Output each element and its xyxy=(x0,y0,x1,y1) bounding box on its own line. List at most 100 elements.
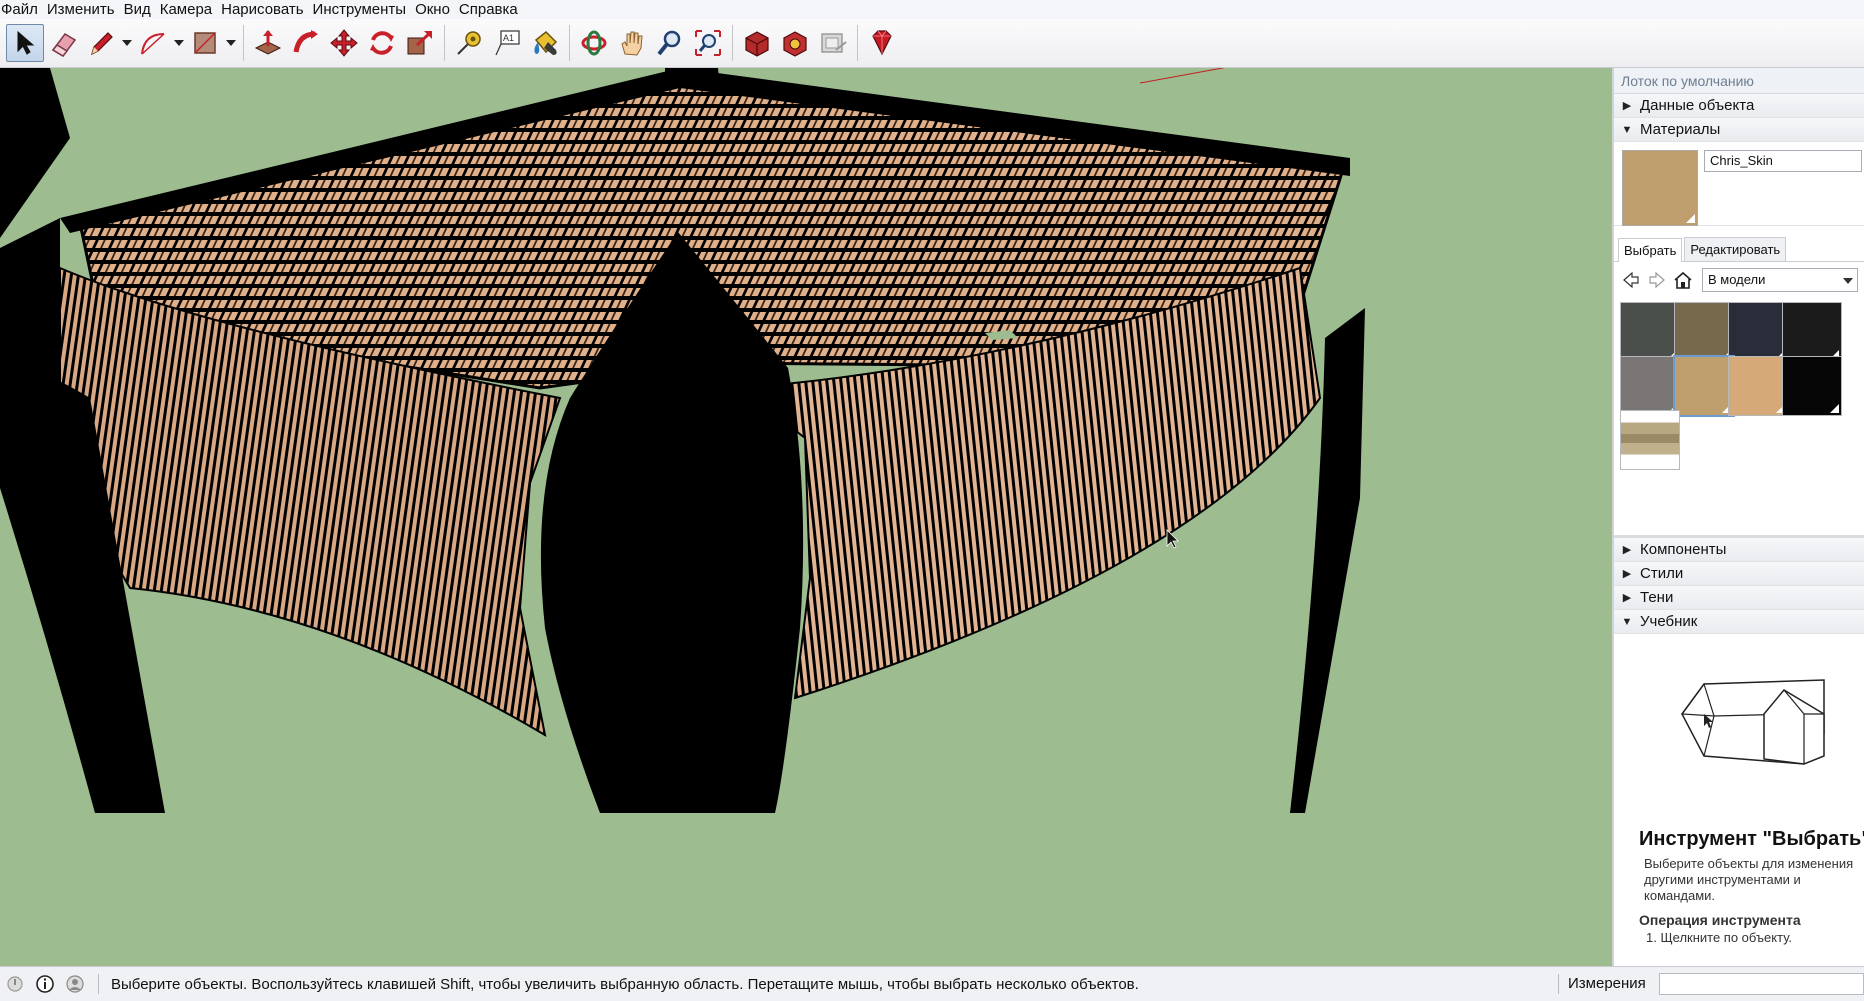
tape-measure-tool-button[interactable] xyxy=(450,24,488,62)
house-illustration xyxy=(1680,679,1825,765)
text-tool-button[interactable]: A1 xyxy=(488,24,526,62)
orbit-tool-button[interactable] xyxy=(575,24,613,62)
warehouse-button[interactable] xyxy=(738,24,776,62)
styles-panel-header[interactable]: ▶ Стили xyxy=(1614,562,1864,586)
toolbar: A1 xyxy=(0,19,1864,68)
pencil-tool-button[interactable] xyxy=(82,24,120,62)
rectangle-dropdown[interactable] xyxy=(224,24,238,62)
pushpull-tool-button[interactable] xyxy=(249,24,287,62)
instructor-panel: Инструмент "Выбрать" Выберите объекты дл… xyxy=(1614,634,1864,954)
tool-description: Выберите объекты для изменения другими и… xyxy=(1644,856,1854,903)
measurements-input[interactable] xyxy=(1659,973,1864,995)
pan-tool-button[interactable] xyxy=(613,24,651,62)
chair-seat-model xyxy=(0,68,1365,813)
toolbar-separator xyxy=(444,25,445,61)
menu-draw[interactable]: Нарисовать xyxy=(220,0,309,19)
materials-tabs: Выбрать Редактировать xyxy=(1614,226,1864,262)
toolbar-separator xyxy=(243,25,244,61)
info-icon xyxy=(36,975,54,993)
geolocation-button[interactable] xyxy=(0,969,30,999)
text-icon: A1 xyxy=(495,30,520,56)
credits-button[interactable] xyxy=(30,969,60,999)
material-swatch[interactable] xyxy=(1674,302,1734,362)
menu-edit[interactable]: Изменить xyxy=(46,0,121,19)
zoom-extents-tool-button[interactable] xyxy=(689,24,727,62)
layout-icon xyxy=(821,33,847,53)
user-icon xyxy=(66,975,84,993)
expand-arrow-icon: ▶ xyxy=(1622,568,1632,580)
material-swatch[interactable] xyxy=(1782,302,1842,362)
components-label: Компоненты xyxy=(1640,541,1727,558)
paint-bucket-tool-button[interactable] xyxy=(526,24,564,62)
materials-grid xyxy=(1614,298,1864,538)
move-icon xyxy=(330,29,358,57)
forward-button[interactable] xyxy=(1646,269,1668,291)
chevron-down-icon xyxy=(1843,278,1853,284)
toolbar-separator xyxy=(569,25,570,61)
text-icon-label: A1 xyxy=(503,33,514,43)
pencil-icon xyxy=(91,32,113,56)
rotate-icon xyxy=(370,31,394,55)
arc-dropdown[interactable] xyxy=(172,24,186,62)
expand-arrow-icon: ▶ xyxy=(1622,544,1632,556)
mouse-cursor-icon xyxy=(1166,529,1179,549)
tape-measure-icon xyxy=(457,31,481,55)
expand-arrow-icon: ▶ xyxy=(1622,100,1632,112)
tab-edit[interactable]: Редактировать xyxy=(1684,237,1787,261)
move-tool-button[interactable] xyxy=(325,24,363,62)
material-swatch[interactable] xyxy=(1728,356,1788,416)
material-preview: Chris_Skin xyxy=(1614,142,1864,226)
eraser-icon xyxy=(51,33,77,57)
tab-select[interactable]: Выбрать xyxy=(1618,238,1683,262)
material-swatch-selected[interactable] xyxy=(1673,355,1735,417)
arc-icon xyxy=(141,33,165,55)
extension-warehouse-button[interactable] xyxy=(776,24,814,62)
menu-file[interactable]: Файл xyxy=(0,0,44,19)
current-material-swatch[interactable] xyxy=(1622,150,1698,226)
pencil-dropdown[interactable] xyxy=(120,24,134,62)
library-select[interactable]: В модели xyxy=(1702,268,1858,292)
material-swatch[interactable] xyxy=(1728,302,1788,362)
tray-title: Лоток по умолчанию xyxy=(1614,68,1864,94)
shadows-panel-header[interactable]: ▶ Тени xyxy=(1614,586,1864,610)
forward-arrow-icon xyxy=(1649,272,1665,288)
status-separator xyxy=(1558,974,1559,994)
chevron-down-icon xyxy=(122,40,132,46)
select-tool-button[interactable] xyxy=(6,24,44,62)
user-button[interactable] xyxy=(60,969,90,999)
menu-tools[interactable]: Инструменты xyxy=(312,0,413,19)
library-select-value: В модели xyxy=(1708,272,1766,287)
menu-help[interactable]: Справка xyxy=(458,0,524,19)
rectangle-icon xyxy=(194,32,216,54)
material-swatch[interactable] xyxy=(1620,302,1680,362)
followme-tool-button[interactable] xyxy=(287,24,325,62)
collapse-arrow-icon: ▼ xyxy=(1621,615,1633,628)
back-button[interactable] xyxy=(1620,269,1642,291)
back-left-leg xyxy=(0,68,70,238)
materials-panel-header[interactable]: ▼ Материалы xyxy=(1614,118,1864,142)
material-swatch[interactable] xyxy=(1782,356,1842,416)
material-swatch[interactable] xyxy=(1620,356,1680,416)
tool-title: Инструмент "Выбрать" xyxy=(1639,828,1864,850)
red-axis-line xyxy=(1139,68,1226,84)
zoom-tool-button[interactable] xyxy=(651,24,689,62)
zoom-extents-icon xyxy=(695,30,721,56)
scale-tool-button[interactable] xyxy=(401,24,439,62)
model-viewport[interactable] xyxy=(0,68,1612,966)
arc-tool-button[interactable] xyxy=(134,24,172,62)
components-panel-header[interactable]: ▶ Компоненты xyxy=(1614,538,1864,562)
menu-view[interactable]: Вид xyxy=(123,0,157,19)
layout-button[interactable] xyxy=(814,24,852,62)
home-button[interactable] xyxy=(1672,269,1694,291)
menu-camera[interactable]: Камера xyxy=(159,0,218,19)
home-icon xyxy=(1674,271,1692,289)
rotate-tool-button[interactable] xyxy=(363,24,401,62)
material-swatch-wood[interactable] xyxy=(1620,410,1680,470)
menu-window[interactable]: Окно xyxy=(414,0,456,19)
material-name-field[interactable]: Chris_Skin xyxy=(1704,150,1862,172)
instructor-panel-header[interactable]: ▼ Учебник xyxy=(1614,610,1864,634)
rectangle-tool-button[interactable] xyxy=(186,24,224,62)
entity-info-panel-header[interactable]: ▶ Данные объекта xyxy=(1614,94,1864,118)
eraser-tool-button[interactable] xyxy=(44,24,82,62)
ruby-console-button[interactable] xyxy=(863,24,901,62)
